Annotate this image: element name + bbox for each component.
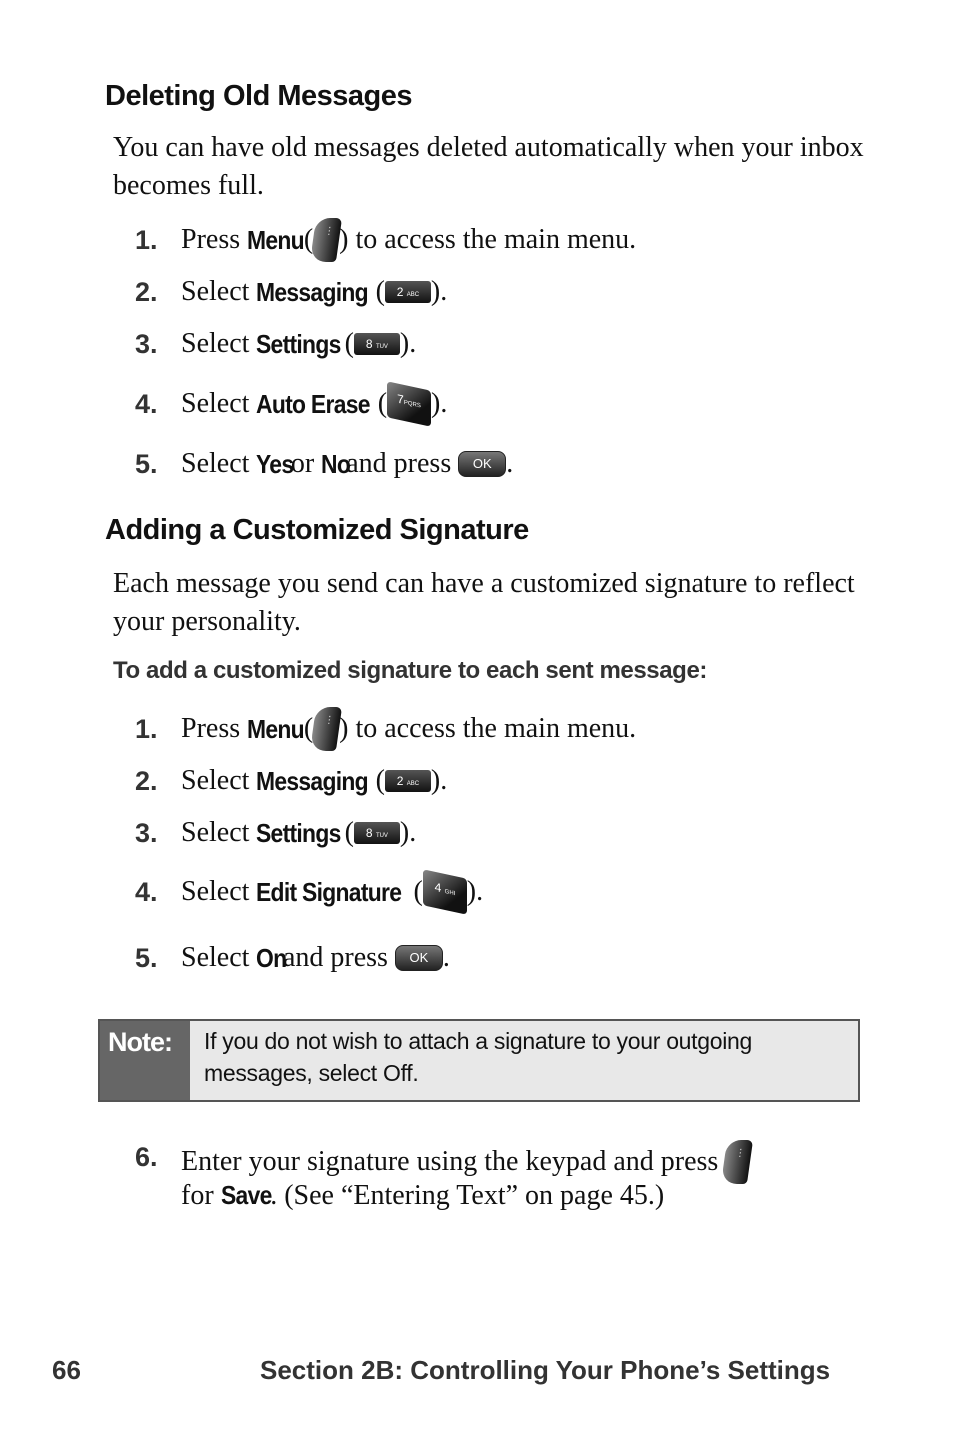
step-text: Enter your signature using the keypad an… (181, 1146, 719, 1177)
menu-softkey-icon (310, 218, 343, 262)
note-label: Note: (100, 1021, 190, 1100)
step-bold: On (256, 942, 287, 973)
step-text: ( (377, 388, 388, 419)
note-box: Note: If you do not wish to attach a sig… (98, 1019, 860, 1102)
step-text: ( (375, 765, 385, 796)
step6-body: Enter your signature using the keypad an… (181, 1140, 754, 1212)
step-text: Select (181, 817, 250, 848)
step-number: 6. (135, 1142, 158, 1172)
s2-step-6: 6. Enter your signature using the keypad… (135, 1140, 754, 1212)
section2-intro: Each message you send can have a customi… (113, 568, 855, 637)
step-text: Select (181, 765, 250, 796)
ok-key-icon: OK (394, 945, 443, 971)
step-text: ( (344, 328, 354, 359)
s2-step-1: 1. Press Menu ( ) to access the main men… (135, 707, 636, 751)
step-text: and press (282, 942, 388, 973)
step-text: Select (181, 942, 250, 973)
s1-step-5: 5. Select Yes or No and press OK . (135, 448, 513, 480)
step-number: 5. (135, 942, 158, 973)
step-number: 1. (135, 224, 158, 255)
step-number: 3. (135, 817, 158, 848)
note-text: If you do not wish to attach a signature… (190, 1021, 858, 1100)
step-bold: Save (220, 1180, 272, 1210)
section1-intro: You can have old messages deleted automa… (113, 132, 864, 201)
key-4-ghi-icon: 4 GHI (422, 869, 467, 915)
s2-step-2: 2. Select Messaging ( 2 ABC ). (135, 765, 447, 797)
step-text: ) to access the main menu. (339, 713, 637, 744)
step-text: ). (430, 765, 448, 796)
step-number: 5. (135, 448, 158, 479)
step-text: ( (344, 817, 354, 848)
step-text: ) to access the main menu. (339, 224, 637, 255)
step-number: 2. (135, 276, 158, 307)
step-text: . (See “Entering Text” on page 45.) (270, 1180, 665, 1211)
step-text: Select (181, 328, 250, 359)
s1-step-2: 2. Select Messaging ( 2 ABC ). (135, 276, 447, 308)
step-bold: Auto Erase (256, 388, 371, 419)
s1-step-1: 1. Press Menu ( ) to access the main men… (135, 218, 636, 262)
step-number: 4. (135, 388, 158, 419)
footer-section-title: Section 2B: Controlling Your Phone’s Set… (260, 1355, 831, 1385)
section2-subheading: To add a customized signature to each se… (113, 657, 707, 684)
step-bold: Messaging (256, 765, 369, 796)
step-text: ). (431, 388, 448, 419)
step-bold: Messaging (256, 276, 369, 307)
step-text: Press (181, 224, 241, 255)
section-heading-deleting-old-messages: Deleting Old Messages (105, 80, 413, 112)
s2-step-4: 4. Select Edit Signature ( 4 GHI ). (135, 869, 484, 915)
key-8-tuv-icon: 8 TUV (353, 822, 400, 844)
step-text: for (181, 1180, 221, 1211)
step-bold: Edit Signature (256, 876, 402, 907)
step-text: Select (181, 276, 250, 307)
key-2-abc-icon: 2 ABC (384, 770, 431, 792)
s1-step-4: 4. Select Auto Erase ( 7PQRS ). (135, 381, 448, 427)
step-text: and press (346, 448, 452, 479)
page-number: 66 (52, 1355, 81, 1385)
step-text: ). (399, 817, 417, 848)
step-text: Select (181, 876, 250, 907)
step-text: Select (181, 388, 250, 419)
step-bold: Menu (247, 224, 305, 255)
key-8-tuv-icon: 8 TUV (353, 333, 400, 355)
menu-softkey-icon (721, 1140, 754, 1184)
step-bold: Yes (256, 448, 294, 479)
s2-step-3: 3. Select Settings ( 8 TUV ). (135, 817, 416, 849)
step-text: ). (430, 276, 448, 307)
step-text: . (506, 448, 514, 479)
step-bold: Settings (256, 817, 342, 848)
step-number: 2. (135, 765, 158, 796)
step-bold: Settings (256, 328, 342, 359)
ok-key-icon: OK (458, 451, 507, 477)
step-number: 1. (135, 713, 158, 744)
step-bold: No (321, 448, 351, 479)
step-number: 3. (135, 328, 158, 359)
step-text: ( (413, 876, 423, 907)
step-text: Select (181, 448, 250, 479)
s2-step-5: 5. Select On and press OK . (135, 942, 450, 974)
s1-step-3: 3. Select Settings ( 8 TUV ). (135, 328, 416, 360)
menu-softkey-icon (310, 707, 343, 751)
step-text: Press (181, 713, 241, 744)
key-2-abc-icon: 2 ABC (384, 281, 431, 303)
step-bold: Menu (247, 713, 305, 744)
step-number: 4. (135, 876, 158, 907)
section-heading-customized-signature: Adding a Customized Signature (105, 514, 529, 546)
step-text: or (290, 448, 315, 479)
step-text: ). (399, 328, 417, 359)
step-text: ). (466, 876, 484, 907)
step-text: ( (375, 276, 385, 307)
key-7-pqrs-icon: 7PQRS (387, 381, 432, 427)
step-text: . (442, 942, 450, 973)
